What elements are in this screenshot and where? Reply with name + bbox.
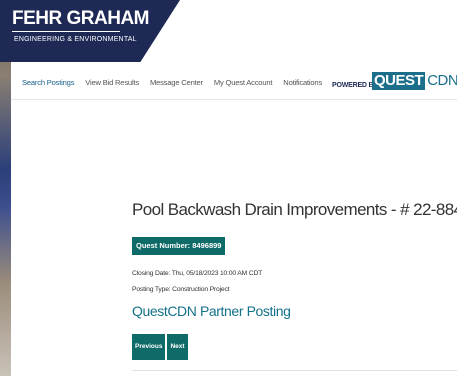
company-logo[interactable]: FEHR GRAHAM ENGINEERING & ENVIRONMENTAL [0, 0, 180, 62]
questcdn-logo-cdn: CDN [427, 72, 457, 89]
posting-type: Posting Type: Construction Project [132, 286, 230, 293]
main-nav: Search Postings View Bid Results Message… [22, 78, 333, 87]
nav-search-postings[interactable]: Search Postings [22, 78, 74, 87]
partner-posting-link[interactable]: QuestCDN Partner Posting [132, 303, 291, 319]
logo-tagline: ENGINEERING & ENVIRONMENTAL [14, 36, 137, 43]
previous-button[interactable]: Previous [132, 334, 166, 360]
pager: Previous Next [132, 334, 188, 360]
logo-divider [12, 31, 120, 32]
questcdn-logo-quest: QUEST [372, 72, 426, 90]
powered-by-label: POWERED BY [332, 82, 378, 89]
content-divider [132, 370, 457, 371]
logo-wordmark: FEHR GRAHAM [12, 8, 150, 29]
nav-my-quest-account[interactable]: My Quest Account [214, 78, 273, 87]
nav-view-bid-results[interactable]: View Bid Results [85, 78, 139, 87]
header-divider [11, 99, 457, 100]
nav-message-center[interactable]: Message Center [150, 78, 203, 87]
quest-number-badge: Quest Number: 8496899 [132, 237, 226, 255]
closing-date: Closing Date: Thu, 05/18/2023 10:00 AM C… [132, 270, 263, 277]
nav-notifications[interactable]: Notifications [283, 78, 322, 87]
questcdn-logo[interactable]: QUEST CDN [372, 72, 457, 90]
posting-title: Pool Backwash Drain Improvements - # 22-… [132, 200, 457, 219]
next-button[interactable]: Next [167, 334, 188, 360]
